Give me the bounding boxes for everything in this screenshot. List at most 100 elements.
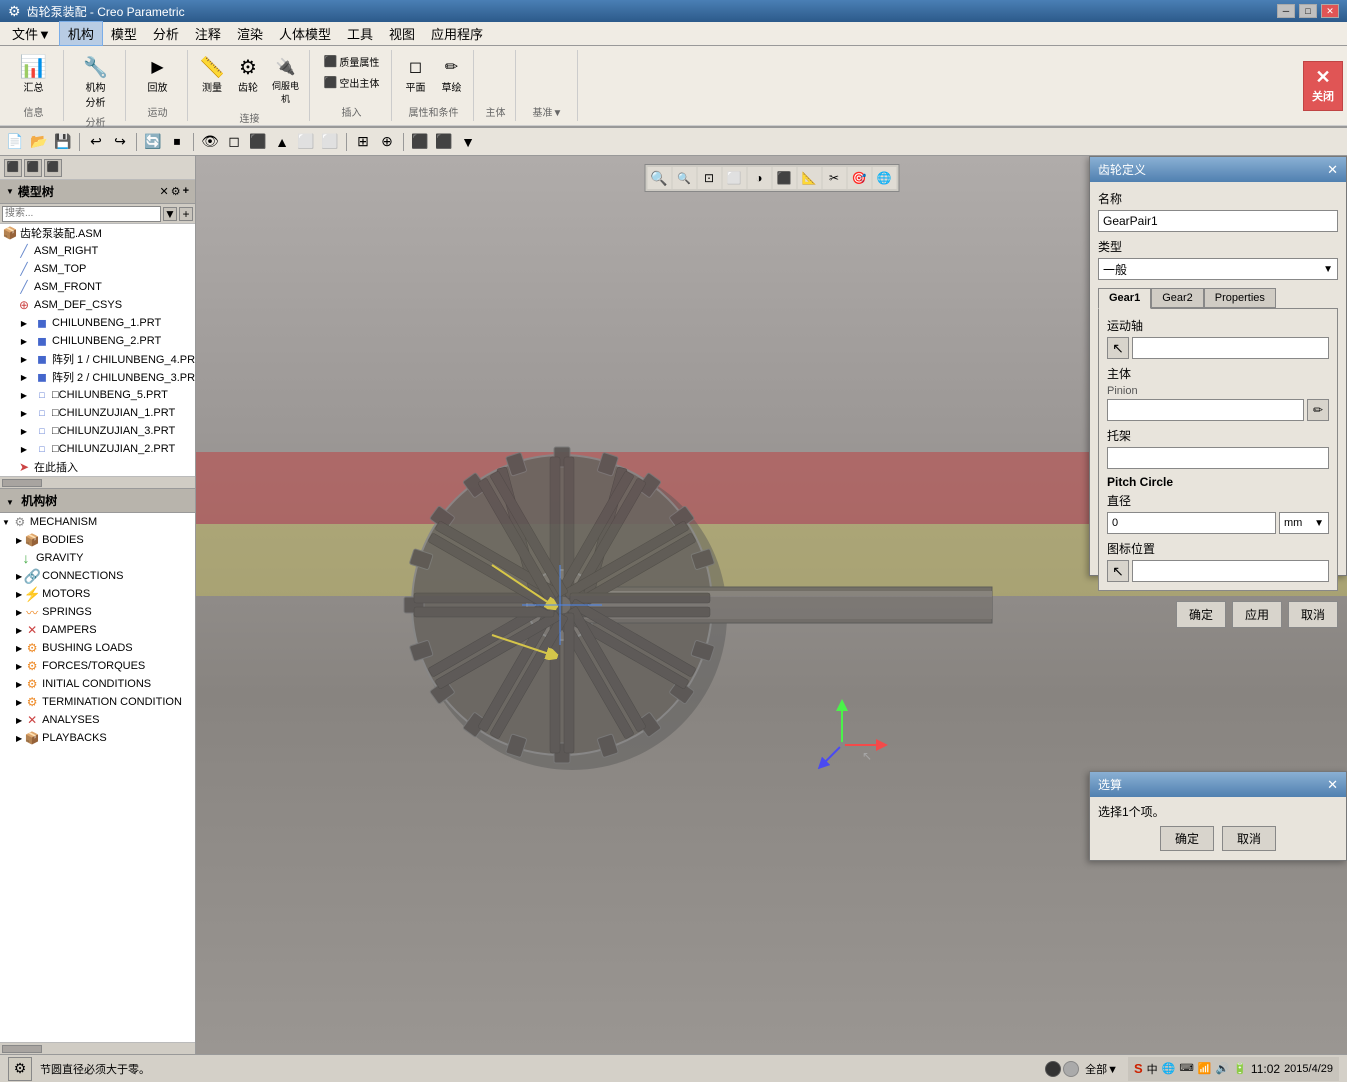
toolbar-view2[interactable]: ◻	[223, 131, 245, 153]
tree-item-chilunzujian1[interactable]: ▶ □ □CHILUNZUJIAN_1.PRT	[0, 404, 195, 422]
vp-zoom-in[interactable]: 🔍	[647, 167, 671, 189]
close-window-button[interactable]: ✕	[1321, 4, 1339, 18]
panel-icon2[interactable]: ⬛	[24, 159, 42, 177]
toolbar-coord[interactable]: ⊞	[352, 131, 374, 153]
toolbar-view5[interactable]: ⬜	[295, 131, 317, 153]
body-input[interactable]	[1107, 399, 1304, 421]
vp-zoom-out[interactable]: 🔍	[672, 167, 696, 189]
tree-item-bodies[interactable]: ▶ 📦 BODIES	[0, 531, 195, 549]
toolbar-dropdown[interactable]: ▼	[457, 131, 479, 153]
vp-shading[interactable]: ◑	[747, 167, 771, 189]
vp-refit[interactable]: ⬜	[722, 167, 746, 189]
tree-item-mechanism[interactable]: ▼ ⚙ MECHANISM	[0, 513, 195, 531]
evacuate-body-button[interactable]: ⬛ 空出主体	[320, 73, 384, 92]
toolbar-open[interactable]: 📂	[28, 131, 50, 153]
toolbar-more1[interactable]: ⬛	[409, 131, 431, 153]
tree-item-asm-def[interactable]: ⊕ ASM_DEF_CSYS	[0, 296, 195, 314]
tree-item-motors[interactable]: ▶ ⚡ MOTORS	[0, 585, 195, 603]
gear-button[interactable]: ⚙ 齿轮	[232, 52, 264, 108]
sketch-button[interactable]: ✏ 草绘	[436, 52, 468, 97]
vp-fit[interactable]: ⊡	[697, 167, 721, 189]
menu-analysis[interactable]: 分析	[145, 22, 187, 45]
summary-button[interactable]: 📊 汇总	[18, 52, 50, 97]
tree-item-initial[interactable]: ▶ ⚙ INITIAL CONDITIONS	[0, 675, 195, 693]
tree-item-asm-top[interactable]: ╱ ASM_TOP	[0, 260, 195, 278]
measure-button[interactable]: 📏 测量	[196, 52, 228, 108]
vp-perspective[interactable]: 📐	[797, 167, 821, 189]
ribbon-close-button[interactable]: ✕ 关闭	[1303, 61, 1343, 111]
mech-tree-collapse-icon[interactable]: ▼	[6, 498, 14, 507]
tree-item-connections[interactable]: ▶ 🔗 CONNECTIONS	[0, 567, 195, 585]
select-cancel-btn[interactable]: 取消	[1222, 826, 1276, 851]
dialog-cancel-btn[interactable]: 取消	[1288, 601, 1338, 628]
plane-button[interactable]: ◻ 平面	[400, 52, 432, 97]
icon-pos-input[interactable]	[1132, 560, 1329, 582]
toolbar-undo[interactable]: ↩	[85, 131, 107, 153]
toolbar-save[interactable]: 💾	[52, 131, 74, 153]
tree-item-dampers[interactable]: ▶ ✕ DAMPERS	[0, 621, 195, 639]
tree-item-chilunzujian2[interactable]: ▶ □ □CHILUNZUJIAN_2.PRT	[0, 440, 195, 458]
tree-item-chilunzujian3[interactable]: ▶ □ □CHILUNZUJIAN_3.PRT	[0, 422, 195, 440]
tree-item-forces[interactable]: ▶ ⚙ FORCES/TORQUES	[0, 657, 195, 675]
toolbar-regen[interactable]: 🔄	[142, 131, 164, 153]
name-field-input[interactable]	[1098, 210, 1338, 232]
maximize-button[interactable]: □	[1299, 4, 1317, 18]
gear-dialog-close-btn[interactable]: ✕	[1327, 162, 1338, 178]
tree-item-chilunbeng2[interactable]: ▶ ◼ CHILUNBENG_2.PRT	[0, 332, 195, 350]
model-tree-btn-add[interactable]: +	[183, 185, 189, 198]
statusbar-icon[interactable]: ⚙	[8, 1057, 32, 1081]
motion-axis-input[interactable]	[1132, 337, 1329, 359]
tree-item-asm-front[interactable]: ╱ ASM_FRONT	[0, 278, 195, 296]
viewport[interactable]: ↖ 🔍 🔍 ⊡ ⬜ ◑ ⬛ 📐 ✂ 🎯 🌐 齿轮定义 ✕ 名称	[196, 156, 1347, 1054]
select-dialog-close[interactable]: ✕	[1327, 777, 1338, 793]
select-ok-btn[interactable]: 确定	[1160, 826, 1214, 851]
menu-apps[interactable]: 应用程序	[423, 22, 491, 45]
vp-section[interactable]: ✂	[822, 167, 846, 189]
motion-axis-select-btn[interactable]: ↖	[1107, 337, 1129, 359]
panel-icon1[interactable]: ⬛	[4, 159, 22, 177]
toolbar-more2[interactable]: ⬛	[433, 131, 455, 153]
model-tree-btn-close[interactable]: ✕	[159, 185, 168, 198]
mode-btn-1[interactable]	[1045, 1061, 1061, 1077]
dialog-apply-btn[interactable]: 应用	[1232, 601, 1282, 628]
menu-render[interactable]: 渲染	[229, 22, 271, 45]
tree-item-springs[interactable]: ▶ 〰 SPRINGS	[0, 603, 195, 621]
titlebar-controls[interactable]: ─ □ ✕	[1277, 4, 1339, 18]
model-tree-hscroll-thumb[interactable]	[2, 479, 42, 487]
tree-item-termination[interactable]: ▶ ⚙ TERMINATION CONDITION	[0, 693, 195, 711]
playback-button[interactable]: ▶ 回放	[142, 52, 174, 97]
diameter-input[interactable]	[1107, 512, 1276, 534]
vp-target[interactable]: 🎯	[847, 167, 871, 189]
toolbar-redo[interactable]: ↪	[109, 131, 131, 153]
gear-tab-2[interactable]: Gear2	[1151, 288, 1204, 308]
panel-icon3[interactable]: ⬛	[44, 159, 62, 177]
tree-item-insert-here[interactable]: ➤ 在此插入	[0, 458, 195, 476]
model-tree-filter[interactable]: ▼	[163, 207, 177, 221]
mode-btn-2[interactable]	[1063, 1061, 1079, 1077]
mech-tree-hscroll[interactable]	[0, 1042, 195, 1054]
minimize-button[interactable]: ─	[1277, 4, 1295, 18]
toolbar-datum[interactable]: ⊕	[376, 131, 398, 153]
bracket-input[interactable]	[1107, 447, 1329, 469]
dialog-ok-btn[interactable]: 确定	[1176, 601, 1226, 628]
vp-wireframe[interactable]: ⬛	[772, 167, 796, 189]
tree-item-analyses[interactable]: ▶ ✕ ANALYSES	[0, 711, 195, 729]
gear-tab-properties[interactable]: Properties	[1204, 288, 1276, 308]
toolbar-view4[interactable]: ▲	[271, 131, 293, 153]
tree-item-array1[interactable]: ▶ ◼ 阵列 1 / CHILUNBENG_4.PR	[0, 350, 195, 368]
model-tree-search[interactable]	[2, 206, 161, 222]
analysis-button[interactable]: 🔧 机构 分析	[80, 52, 112, 112]
gear-tab-1[interactable]: Gear1	[1098, 288, 1151, 309]
body-edit-btn[interactable]: ✏	[1307, 399, 1329, 421]
tree-item-asm-right[interactable]: ╱ ASM_RIGHT	[0, 242, 195, 260]
mass-props-button[interactable]: ⬛ 质量属性	[320, 52, 384, 71]
vp-orient[interactable]: 🌐	[872, 167, 896, 189]
menu-file[interactable]: 文件▼	[4, 22, 59, 45]
tree-item-chilunbeng1[interactable]: ▶ ◼ CHILUNBENG_1.PRT	[0, 314, 195, 332]
model-tree-btn-settings[interactable]: ⚙	[171, 185, 181, 198]
tree-item-chilunbeng5[interactable]: ▶ □ □CHILUNBENG_5.PRT	[0, 386, 195, 404]
toolbar-view1[interactable]: 👁	[199, 131, 221, 153]
tree-item-asm-root[interactable]: 📦 齿轮泵装配.ASM	[0, 224, 195, 242]
menu-tools[interactable]: 工具	[339, 22, 381, 45]
model-tree-hscroll[interactable]	[0, 476, 195, 488]
